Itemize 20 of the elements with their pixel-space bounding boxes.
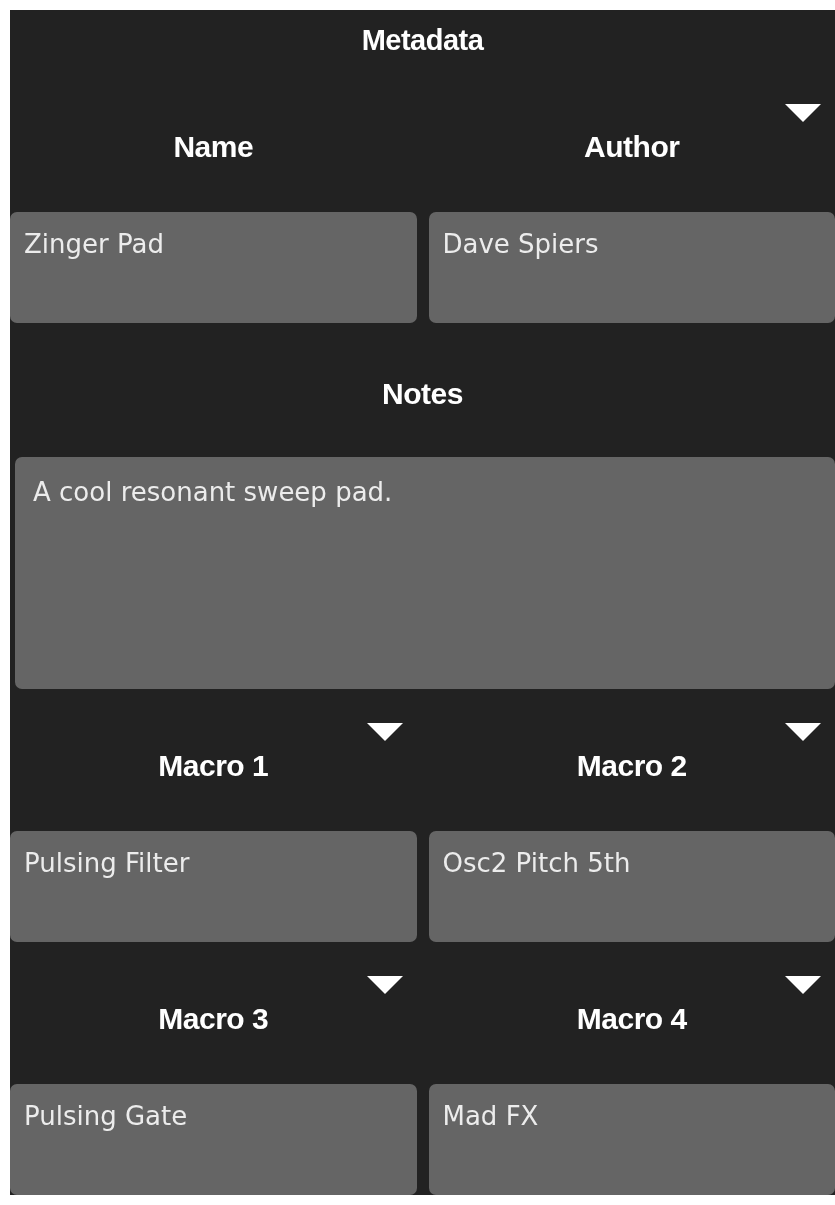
- field-label: Macro 3: [158, 1002, 269, 1036]
- dropdown-caret-icon[interactable]: [785, 976, 821, 994]
- field-label: Name: [173, 130, 254, 164]
- text-field[interactable]: Zinger Pad: [10, 212, 417, 323]
- dropdown-caret-icon[interactable]: [366, 976, 403, 994]
- text-field[interactable]: Dave Spiers: [428, 212, 835, 323]
- panel-title: Metadata: [360, 22, 485, 58]
- dropdown-caret-icon[interactable]: [366, 723, 403, 741]
- field-label: Macro 1: [158, 749, 269, 783]
- field-label: Macro 4: [576, 1002, 687, 1036]
- dropdown-caret-icon[interactable]: [785, 723, 821, 741]
- text-field[interactable]: Mad FX: [428, 1084, 835, 1195]
- field-label: Notes: [382, 377, 463, 411]
- notes-field[interactable]: A cool resonant sweep pad.: [15, 457, 835, 689]
- dropdown-caret-icon[interactable]: [785, 104, 821, 122]
- text-field[interactable]: Pulsing Filter: [10, 831, 417, 942]
- field-label: Macro 2: [576, 749, 687, 783]
- text-field[interactable]: Pulsing Gate: [10, 1084, 417, 1195]
- text-field[interactable]: Osc2 Pitch 5th: [428, 831, 835, 942]
- field-label: Author: [584, 130, 680, 164]
